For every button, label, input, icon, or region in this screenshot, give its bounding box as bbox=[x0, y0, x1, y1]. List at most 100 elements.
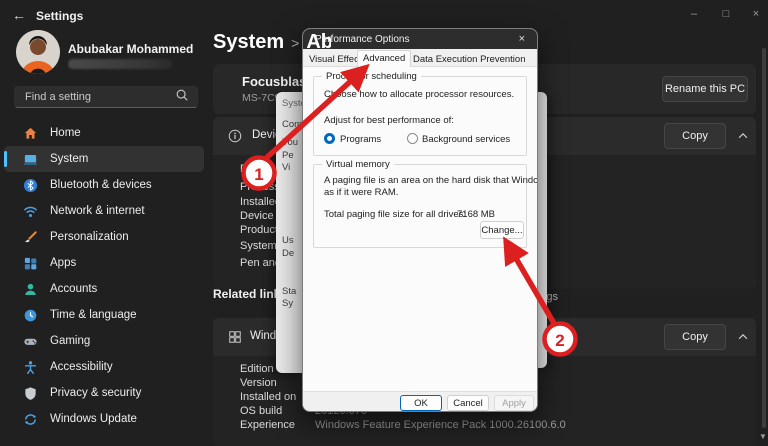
sidebar-item-personalization[interactable]: Personalization bbox=[4, 224, 204, 250]
spec-label: OS build bbox=[240, 405, 282, 417]
avatar[interactable] bbox=[16, 30, 60, 74]
system-properties-fragment: Pe bbox=[282, 150, 294, 161]
radio-background-services-label[interactable]: Background services bbox=[422, 134, 510, 145]
spec-label: Experience bbox=[240, 419, 295, 431]
apply-button[interactable]: Apply bbox=[494, 395, 534, 411]
processor-scheduling-legend: Processor scheduling bbox=[322, 71, 421, 82]
ok-button[interactable]: OK bbox=[400, 395, 442, 411]
windows-specs-icon bbox=[228, 330, 242, 349]
chevron-up-icon[interactable] bbox=[736, 330, 750, 349]
dialog-body: Processor scheduling Choose how to alloc… bbox=[303, 67, 537, 391]
breadcrumb-root[interactable]: System bbox=[213, 31, 284, 53]
dialog-close-icon[interactable]: × bbox=[515, 33, 529, 45]
settings-window: ← Settings – □ × Abubakar Mohammed Find … bbox=[0, 0, 768, 446]
sidebar-item-gaming[interactable]: Gaming bbox=[4, 328, 204, 354]
search-placeholder: Find a setting bbox=[25, 91, 175, 103]
sidebar-item-windows-update[interactable]: Windows Update bbox=[4, 406, 204, 432]
sidebar-nav: Home System Bluetooth & devices Network … bbox=[4, 120, 204, 432]
sidebar-item-bluetooth-devices[interactable]: Bluetooth & devices bbox=[4, 172, 204, 198]
sidebar-item-home[interactable]: Home bbox=[4, 120, 204, 146]
system-icon bbox=[22, 151, 38, 167]
spec-label: Edition bbox=[240, 363, 274, 375]
scrollbar[interactable] bbox=[762, 48, 766, 428]
apps-grid-icon bbox=[22, 255, 38, 271]
search-input[interactable]: Find a setting bbox=[14, 86, 198, 108]
radio-programs[interactable] bbox=[324, 133, 335, 144]
system-properties-fragment: Us bbox=[282, 235, 294, 246]
adjust-performance-label: Adjust for best performance of: bbox=[324, 115, 454, 126]
sidebar-item-label: Personalization bbox=[50, 231, 129, 243]
selected-accent-bar bbox=[4, 151, 7, 167]
sidebar-item-label: Windows Update bbox=[50, 413, 137, 425]
virtual-memory-legend: Virtual memory bbox=[322, 159, 394, 170]
personalization-brush-icon bbox=[22, 229, 38, 245]
system-properties-fragment: Com bbox=[282, 119, 302, 130]
sidebar-item-privacy-security[interactable]: Privacy & security bbox=[4, 380, 204, 406]
windows-update-icon bbox=[22, 411, 38, 427]
scroll-down-icon[interactable]: ▼ bbox=[759, 432, 767, 441]
dialog-title: Performance Options bbox=[315, 34, 515, 45]
sidebar-item-apps[interactable]: Apps bbox=[4, 250, 204, 276]
tab-advanced[interactable]: Advanced bbox=[357, 50, 411, 68]
tab-data-execution-prevention[interactable]: Data Execution Prevention bbox=[413, 54, 525, 65]
home-icon bbox=[22, 125, 38, 141]
spec-label: Installed on bbox=[240, 391, 296, 403]
sidebar-item-label: Apps bbox=[50, 257, 76, 269]
change-button[interactable]: Change... bbox=[480, 221, 524, 239]
system-properties-fragment: Vi bbox=[282, 162, 290, 173]
time-language-icon bbox=[22, 307, 38, 323]
maximize-icon[interactable]: □ bbox=[714, 8, 738, 20]
accounts-person-icon bbox=[22, 281, 38, 297]
copy-windows-specs-button[interactable]: Copy bbox=[664, 324, 726, 350]
total-paging-label: Total paging file size for all drives: bbox=[324, 209, 466, 220]
system-properties-window-right-edge bbox=[538, 92, 547, 368]
dialog-tab-strip: Visual Effects Advanced Data Execution P… bbox=[303, 49, 537, 67]
sidebar-item-label: Network & internet bbox=[50, 205, 145, 217]
processor-scheduling-description: Choose how to allocate processor resourc… bbox=[324, 89, 514, 100]
cancel-button[interactable]: Cancel bbox=[447, 395, 489, 411]
radio-programs-label[interactable]: Programs bbox=[340, 134, 381, 145]
close-icon[interactable]: × bbox=[744, 8, 768, 20]
total-paging-value: 7168 MB bbox=[457, 209, 495, 220]
paging-file-description-line2: as if it were RAM. bbox=[324, 187, 398, 198]
sidebar-item-label: Privacy & security bbox=[50, 387, 141, 399]
system-properties-title-fragment: System bbox=[282, 98, 302, 109]
system-properties-fragment: Sta bbox=[282, 286, 296, 297]
chevron-up-icon[interactable] bbox=[736, 129, 750, 148]
sidebar-item-time-language[interactable]: Time & language bbox=[4, 302, 204, 328]
back-arrow-icon[interactable]: ← bbox=[12, 7, 26, 23]
system-properties-fragment: You bbox=[282, 137, 298, 148]
page-title: About bbox=[306, 31, 331, 53]
spec-label: Version bbox=[240, 377, 277, 389]
user-name: Abubakar Mohammed bbox=[68, 42, 193, 56]
sidebar-item-label: System bbox=[50, 153, 88, 165]
sidebar-item-label: Bluetooth & devices bbox=[50, 179, 152, 191]
copy-device-specs-button[interactable]: Copy bbox=[664, 123, 726, 149]
user-email-redacted bbox=[68, 59, 172, 69]
sidebar-item-label: Accounts bbox=[50, 283, 97, 295]
breadcrumb: System>About bbox=[213, 31, 331, 61]
info-icon bbox=[228, 129, 242, 148]
system-properties-window-left-edge[interactable]: System Com You Pe Vi Us De Sta Sy bbox=[276, 92, 302, 373]
window-title: Settings bbox=[36, 9, 83, 23]
sidebar-item-label: Gaming bbox=[50, 335, 90, 347]
sidebar-item-accounts[interactable]: Accounts bbox=[4, 276, 204, 302]
accessibility-person-icon bbox=[22, 359, 38, 375]
system-properties-fragment: De bbox=[282, 248, 294, 259]
system-properties-fragment: Sy bbox=[282, 298, 293, 309]
radio-background-services[interactable] bbox=[407, 133, 418, 144]
gaming-controller-icon bbox=[22, 333, 38, 349]
sidebar-item-label: Accessibility bbox=[50, 361, 113, 373]
sidebar-item-accessibility[interactable]: Accessibility bbox=[4, 354, 204, 380]
minimize-icon[interactable]: – bbox=[682, 8, 706, 20]
sidebar-item-label: Home bbox=[50, 127, 81, 139]
sidebar-item-system[interactable]: System bbox=[4, 146, 204, 172]
bluetooth-icon bbox=[22, 177, 38, 193]
paging-file-description-line1: A paging file is an area on the hard dis… bbox=[324, 175, 538, 186]
performance-options-dialog: Performance Options × Visual Effects Adv… bbox=[302, 28, 538, 412]
virtual-memory-group: Virtual memory A paging file is an area … bbox=[313, 164, 527, 248]
rename-pc-button[interactable]: Rename this PC bbox=[662, 76, 748, 102]
experience-value: Windows Feature Experience Pack 1000.261… bbox=[315, 419, 566, 431]
sidebar-item-network-internet[interactable]: Network & internet bbox=[4, 198, 204, 224]
search-icon bbox=[175, 88, 189, 107]
